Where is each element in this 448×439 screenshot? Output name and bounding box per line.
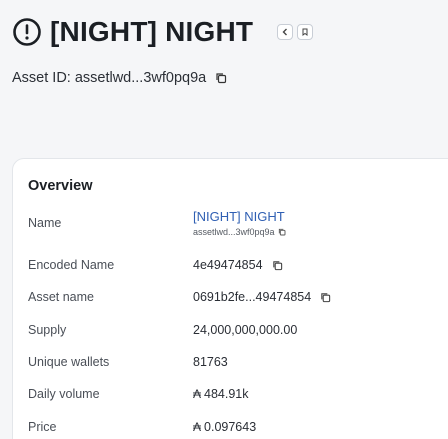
unique-wallets-label: Unique wallets xyxy=(28,355,110,369)
name-sub: assetlwd...3wf0pq9a xyxy=(193,227,286,237)
copy-icon[interactable] xyxy=(272,260,283,271)
supply-label: Supply xyxy=(28,323,67,337)
encoded-name-value-group: 4e49474854 xyxy=(193,258,283,272)
clock-icon xyxy=(12,17,42,47)
name-link[interactable]: [NIGHT] NIGHT xyxy=(193,209,285,224)
asset-id-row: Asset ID: assetlwd...3wf0pq9a xyxy=(12,70,227,86)
page-header: [NIGHT] NIGHT xyxy=(12,16,448,48)
unique-wallets-value: 81763 xyxy=(193,355,228,369)
supply-value: 24,000,000,000.00 xyxy=(193,323,298,337)
daily-volume-label: Daily volume xyxy=(28,387,100,401)
daily-volume-value: 484.91k xyxy=(204,387,249,401)
bookmark-icon[interactable] xyxy=(297,24,314,40)
asset-id-label: Asset ID: xyxy=(12,70,71,86)
ada-currency-icon: ₳ xyxy=(193,420,202,434)
name-label: Name xyxy=(28,216,62,230)
header-actions xyxy=(277,24,314,40)
chevron-left-icon[interactable] xyxy=(277,24,294,40)
encoded-name-value: 4e49474854 xyxy=(193,258,263,272)
copy-icon[interactable] xyxy=(320,292,331,303)
name-value-group: [NIGHT] NIGHT assetlwd...3wf0pq9a xyxy=(193,209,286,237)
asset-name-value: 0691b2fe...49474854 xyxy=(193,290,312,304)
asset-name-value-group: 0691b2fe...49474854 xyxy=(193,290,331,304)
encoded-name-label: Encoded Name xyxy=(28,258,115,272)
ada-currency-icon: ₳ xyxy=(193,387,202,401)
asset-id-value: assetlwd...3wf0pq9a xyxy=(74,70,207,86)
copy-icon[interactable] xyxy=(278,228,286,236)
overview-title: Overview xyxy=(28,178,93,194)
asset-name-label: Asset name xyxy=(28,290,95,304)
daily-volume-value-group: ₳ 484.91k xyxy=(193,387,249,401)
price-value: 0.097643 xyxy=(204,420,257,434)
price-label: Price xyxy=(28,420,57,434)
copy-icon[interactable] xyxy=(215,72,227,84)
name-sub-text: assetlwd...3wf0pq9a xyxy=(193,227,275,237)
name-row: Name [NIGHT] NIGHT assetlwd...3wf0pq9a xyxy=(28,209,448,243)
overview-card: Overview Name [NIGHT] NIGHT assetlwd...3… xyxy=(12,158,448,439)
page-title: [NIGHT] NIGHT xyxy=(50,16,254,47)
price-value-group: ₳ 0.097643 xyxy=(193,420,256,434)
